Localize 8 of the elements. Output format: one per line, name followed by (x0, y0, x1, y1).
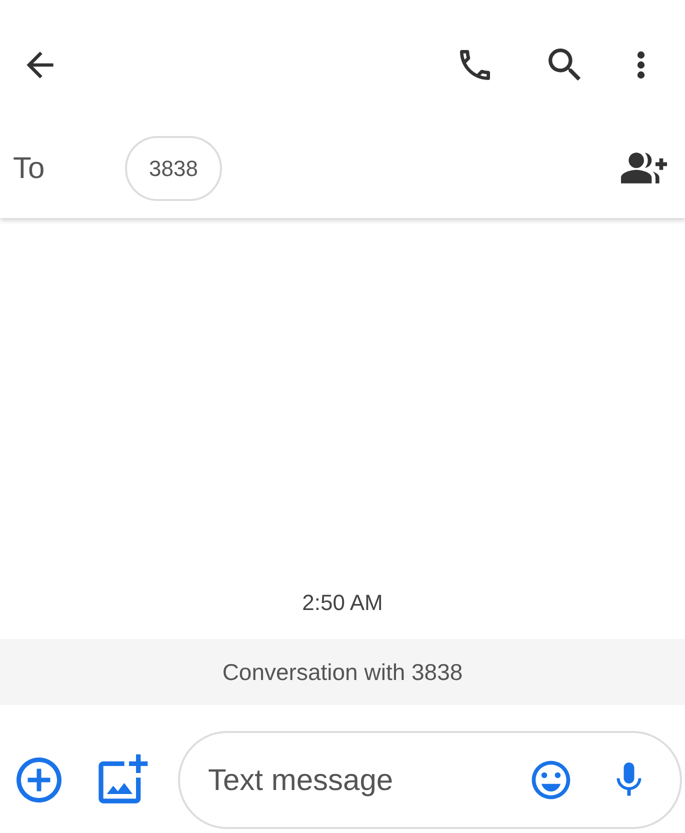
more-options-button[interactable] (637, 51, 645, 79)
to-label: To (13, 150, 46, 186)
conversation-banner: Conversation with 3838 (0, 639, 685, 705)
message-field[interactable]: Text message (178, 731, 682, 829)
message-timestamp: 2:50 AM (302, 588, 383, 616)
recipient-chip[interactable]: 3838 (125, 136, 222, 200)
more-options-icon (637, 51, 645, 79)
message-input[interactable]: Text message (208, 758, 528, 802)
